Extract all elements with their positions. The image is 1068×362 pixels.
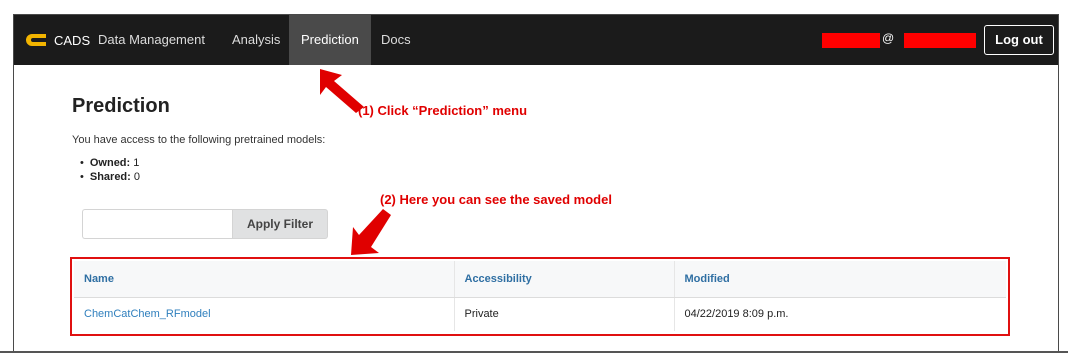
- table-header-row: Name Accessibility Modified: [74, 261, 1006, 298]
- top-navbar: CADS Data Management Analysis Prediction…: [14, 15, 1058, 65]
- models-table: Name Accessibility Modified ChemCatChem_…: [74, 261, 1006, 331]
- brand-label: CADS: [54, 32, 91, 48]
- brand[interactable]: CADS: [24, 15, 90, 65]
- table-row: ChemCatChem_RFmodel Private 04/22/2019 8…: [74, 296, 1006, 331]
- apply-filter-button[interactable]: Apply Filter: [232, 209, 328, 239]
- logout-button[interactable]: Log out: [984, 25, 1054, 55]
- nav-docs[interactable]: Docs: [369, 15, 423, 65]
- bottom-border: [0, 351, 1068, 353]
- model-stats-list: Owned: 1 Shared: 0: [80, 156, 140, 184]
- red-arrow-icon: [351, 209, 391, 255]
- intro-text: You have access to the following pretrai…: [72, 134, 326, 146]
- app-window: CADS Data Management Analysis Prediction…: [13, 14, 1059, 352]
- user-at-sign: @: [882, 31, 895, 45]
- column-header-name[interactable]: Name: [74, 261, 454, 298]
- cads-logo-icon: [24, 32, 48, 48]
- nav-prediction[interactable]: Prediction: [289, 15, 371, 65]
- model-name-link[interactable]: ChemCatChem_RFmodel: [74, 296, 454, 331]
- model-modified: 04/22/2019 8:09 p.m.: [673, 296, 1006, 331]
- annotation-step-1: (1) Click “Prediction” menu: [358, 103, 528, 118]
- nav-data-management[interactable]: Data Management: [86, 15, 217, 65]
- column-header-modified[interactable]: Modified: [673, 261, 1006, 298]
- redacted-username: [822, 33, 880, 48]
- stat-shared: Shared: 0: [80, 170, 140, 184]
- annotation-step-2: (2) Here you can see the saved model: [380, 192, 612, 207]
- model-accessibility: Private: [453, 296, 674, 331]
- redacted-domain: [904, 33, 976, 48]
- models-table-highlight: Name Accessibility Modified ChemCatChem_…: [70, 257, 1010, 336]
- nav-analysis[interactable]: Analysis: [220, 15, 292, 65]
- page-title: Prediction: [72, 95, 170, 117]
- filter-input[interactable]: [82, 209, 232, 239]
- column-header-accessibility[interactable]: Accessibility: [453, 261, 674, 298]
- stat-owned: Owned: 1: [80, 156, 140, 170]
